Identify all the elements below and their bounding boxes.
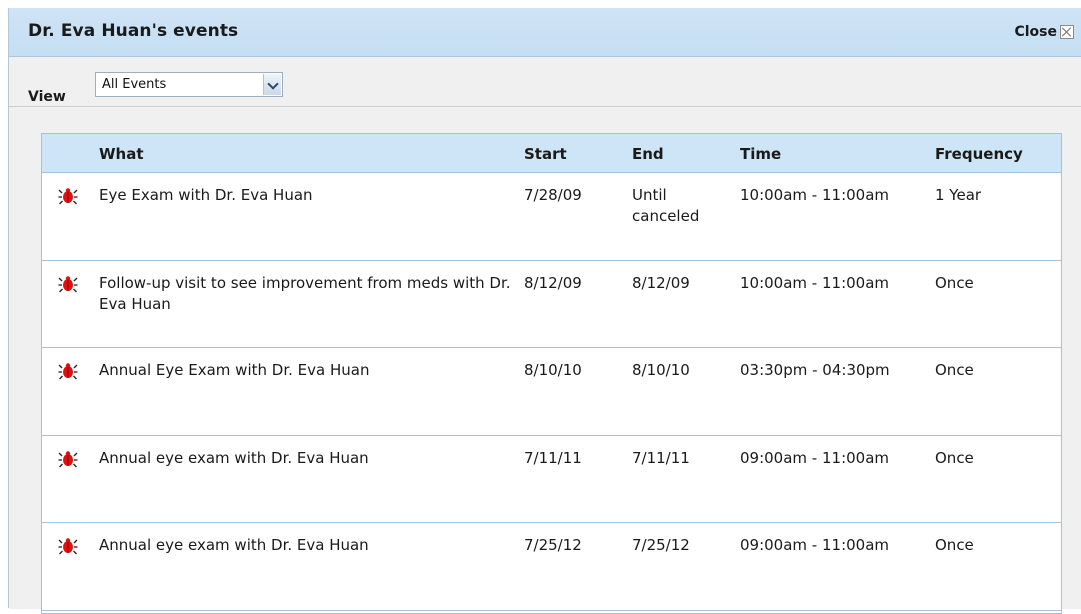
red-bug-icon: [58, 276, 78, 293]
event-start: 7/25/12: [524, 536, 582, 554]
header-frequency[interactable]: Frequency: [935, 145, 1023, 163]
event-frequency: Once: [935, 274, 974, 292]
red-bug-icon: [58, 188, 78, 205]
event-what: Annual eye exam with Dr. Eva Huan: [99, 536, 369, 554]
event-end: 7/25/12: [632, 536, 690, 554]
event-what: Eye Exam with Dr. Eva Huan: [99, 186, 313, 204]
event-end: 8/12/09: [632, 274, 690, 292]
red-bug-icon: [58, 538, 78, 555]
event-what: Annual Eye Exam with Dr. Eva Huan: [99, 361, 370, 379]
event-frequency: Once: [935, 536, 974, 554]
event-frequency: Once: [935, 361, 974, 379]
header-start[interactable]: Start: [524, 145, 567, 163]
event-start: 8/12/09: [524, 274, 582, 292]
events-table: What Start End Time Frequency Eye Exam w…: [41, 133, 1062, 614]
event-time: 03:30pm - 04:30pm: [740, 361, 890, 379]
table-row[interactable]: Eye Exam with Dr. Eva Huan 7/28/09 Until…: [42, 173, 1061, 261]
event-end: Until canceled: [632, 186, 700, 225]
table-row[interactable]: Follow-up visit to see improvement from …: [42, 261, 1061, 348]
table-row[interactable]: Annual eye exam with Dr. Eva Huan 7/11/1…: [42, 436, 1061, 523]
event-time: 09:00am - 11:00am: [740, 536, 890, 554]
event-what: Annual eye exam with Dr. Eva Huan: [99, 449, 369, 467]
dialog-title: Dr. Eva Huan's events: [28, 21, 239, 41]
chevron-down-icon: [267, 78, 279, 90]
table-header: What Start End Time Frequency: [42, 134, 1061, 173]
event-end: 7/11/11: [632, 449, 690, 467]
event-end: 8/10/10: [632, 361, 690, 379]
red-bug-icon: [58, 363, 78, 380]
event-time: 10:00am - 11:00am: [740, 186, 890, 204]
event-time: 09:00am - 11:00am: [740, 449, 890, 467]
event-start: 8/10/10: [524, 361, 582, 379]
event-time: 10:00am - 11:00am: [740, 274, 890, 292]
event-start: 7/28/09: [524, 186, 582, 204]
close-icon[interactable]: [1060, 25, 1074, 39]
close-button[interactable]: Close: [1014, 22, 1074, 42]
view-dropdown[interactable]: All Events: [95, 72, 283, 97]
header-time[interactable]: Time: [740, 145, 781, 163]
events-panel: What Start End Time Frequency Eye Exam w…: [9, 106, 1081, 614]
table-row[interactable]: Annual eye exam with Dr. Eva Huan 7/25/1…: [42, 523, 1061, 611]
dropdown-button[interactable]: [263, 74, 281, 95]
red-bug-icon: [58, 451, 78, 468]
view-label: View: [28, 89, 66, 105]
event-start: 7/11/11: [524, 449, 582, 467]
view-dropdown-value: All Events: [102, 77, 167, 92]
header-end[interactable]: End: [632, 145, 664, 163]
dialog-titlebar: Dr. Eva Huan's events Close: [9, 8, 1081, 57]
close-label: Close: [1014, 24, 1057, 40]
events-dialog: Dr. Eva Huan's events Close View All Eve…: [8, 8, 1081, 614]
table-row[interactable]: Annual Eye Exam with Dr. Eva Huan 8/10/1…: [42, 348, 1061, 436]
header-what[interactable]: What: [99, 145, 144, 163]
event-what: Follow-up visit to see improvement from …: [99, 274, 511, 313]
event-frequency: 1 Year: [935, 186, 982, 204]
event-frequency: Once: [935, 449, 974, 467]
